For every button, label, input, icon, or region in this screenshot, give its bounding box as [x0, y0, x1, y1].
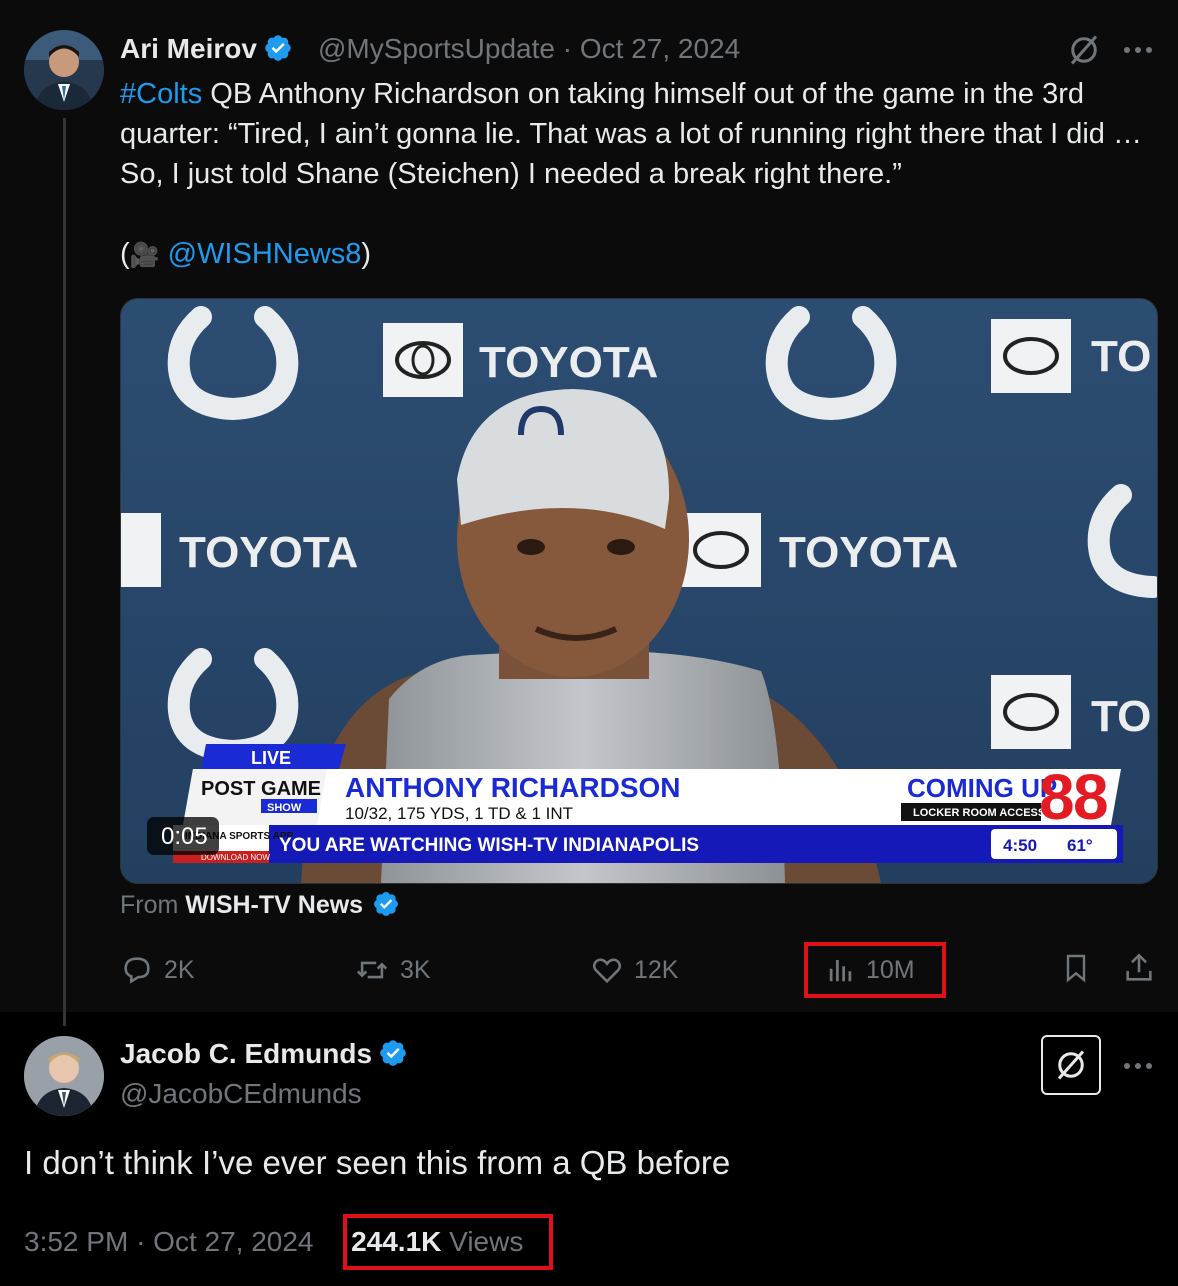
temperature: 61° — [1067, 836, 1093, 855]
video-player[interactable]: TOYOTA TO TOYOTA TOYOTA TO LIVE POST GAM… — [120, 298, 1158, 884]
tweet-text: #Colts QB Anthony Richardson on taking h… — [120, 74, 1160, 276]
avatar-ari-meirov[interactable] — [24, 30, 104, 110]
handle-text[interactable]: @MySportsUpdate — [318, 33, 555, 64]
show-label-2: SHOW — [267, 802, 302, 814]
reply-time[interactable]: 3:52 PM — [24, 1226, 128, 1257]
sponsor-text-2: TO — [1091, 332, 1151, 381]
repost-button[interactable]: 3K — [354, 950, 431, 990]
show-label-1: POST GAME — [201, 778, 321, 800]
views-highlight-box — [804, 942, 946, 998]
credit-close: ) — [361, 238, 372, 270]
live-label: LIVE — [251, 748, 291, 768]
heart-icon — [592, 958, 622, 984]
credit-open: ( — [120, 238, 130, 270]
bookmark-icon[interactable] — [1060, 950, 1092, 991]
from-prefix: From — [120, 891, 179, 919]
reply-separator: · — [136, 1226, 146, 1257]
from-source[interactable]: From WISH-TV News — [120, 890, 400, 925]
grok-icon — [1057, 1050, 1085, 1080]
mention-link[interactable]: @WISHNews8 — [168, 238, 362, 270]
hashtag-link[interactable]: #Colts — [120, 78, 202, 110]
reply-more-options-icon[interactable] — [1122, 1056, 1156, 1081]
separator: · — [562, 33, 573, 64]
avatar-jacob-edmunds[interactable] — [24, 1036, 104, 1116]
reply-author-handle[interactable]: @JacobCEdmunds — [120, 1078, 362, 1110]
grok-button[interactable] — [1041, 1035, 1101, 1095]
reply-count: 2K — [164, 955, 195, 984]
reply-tweet-text: I don’t think I’ve ever seen this from a… — [24, 1144, 731, 1181]
reply-button[interactable]: 2K — [120, 950, 195, 990]
repost-icon — [356, 961, 388, 979]
author-name-text[interactable]: Ari Meirov — [120, 33, 257, 64]
camera-icon: 🎥 — [129, 242, 160, 269]
ticker-text: YOU ARE WATCHING WISH-TV INDIANAPOLIS — [279, 835, 699, 856]
share-icon[interactable] — [1122, 950, 1156, 991]
more-options-icon[interactable] — [1122, 40, 1156, 65]
credit-line: (🎥 @WISHNews8) — [120, 234, 1160, 276]
coming-up-sub: LOCKER ROOM ACCESS — [913, 807, 1045, 819]
player-name: ANTHONY RICHARDSON — [345, 772, 681, 803]
player-stats: 10/32, 175 YDS, 1 TD & 1 INT — [345, 804, 573, 823]
reply-date[interactable]: Oct 27, 2024 — [153, 1226, 313, 1257]
channel-number-1: 8 — [1039, 761, 1075, 833]
coming-up: COMING UP — [907, 773, 1057, 803]
video-timestamp: 0:05 — [161, 823, 208, 850]
repost-count: 3K — [400, 955, 431, 984]
reply-handle-text[interactable]: @JacobCEdmunds — [120, 1078, 362, 1109]
like-count: 12K — [634, 955, 679, 984]
sponsor-text-1: TOYOTA — [479, 338, 658, 387]
reply-author-name[interactable]: Jacob C. Edmunds — [120, 1038, 408, 1075]
thread-line — [63, 118, 66, 1026]
reply-icon — [124, 957, 150, 984]
from-source-name[interactable]: WISH-TV News — [185, 891, 363, 919]
sponsor-text-4: TOYOTA — [779, 528, 958, 577]
reply-author-name-text[interactable]: Jacob C. Edmunds — [120, 1038, 372, 1069]
reply-views-highlight-box — [343, 1214, 553, 1270]
grok-icon[interactable] — [1066, 32, 1102, 73]
like-button[interactable]: 12K — [590, 950, 678, 990]
sponsor-text-3: TOYOTA — [179, 528, 358, 577]
verified-badge-icon — [378, 1038, 408, 1075]
author-handle[interactable]: @MySportsUpdate · Oct 27, 2024 — [318, 33, 740, 65]
sponsor-text-5: TO — [1091, 692, 1151, 741]
verified-badge-icon — [263, 33, 293, 70]
tweet-date[interactable]: Oct 27, 2024 — [580, 33, 740, 64]
tweet-body: QB Anthony Richardson on taking himself … — [120, 78, 1142, 190]
author-name[interactable]: Ari Meirov — [120, 33, 293, 70]
clock: 4:50 — [1003, 836, 1037, 855]
channel-number-2: 8 — [1073, 761, 1109, 833]
verified-badge-icon — [372, 890, 400, 925]
